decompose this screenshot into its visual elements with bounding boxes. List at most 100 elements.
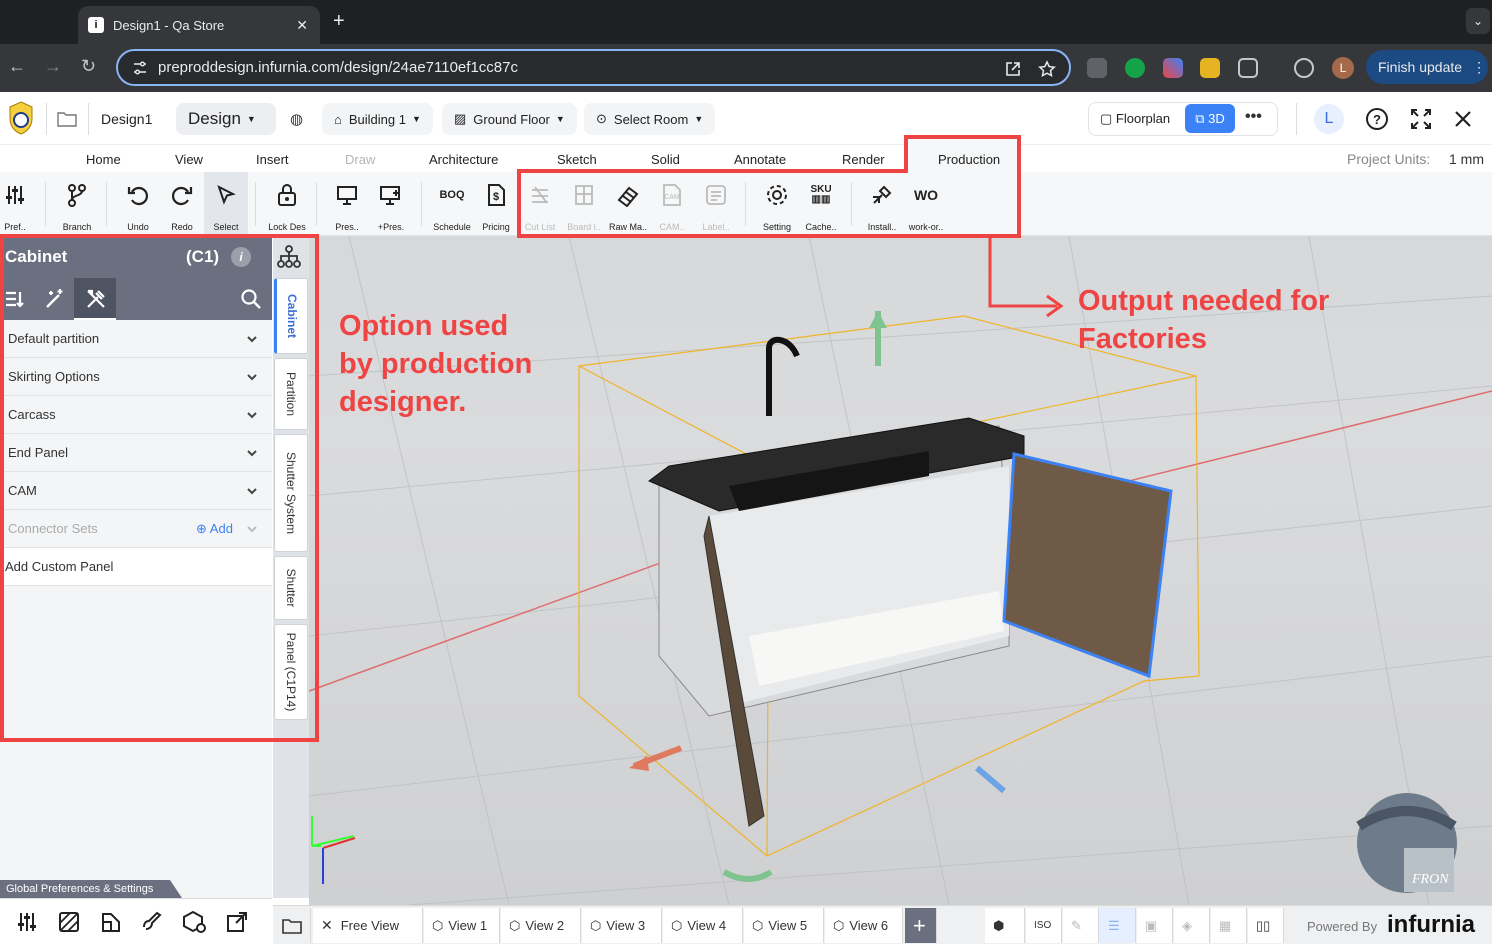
tab-render[interactable]: Render [842,152,885,167]
cube-icon: ⬡ [432,917,444,933]
book-icon[interactable]: ▯▯ [1248,908,1284,943]
view-tab-free[interactable]: ✕ Free View [313,908,423,943]
cube-icon: ⬡ [671,917,683,933]
floor-label: Ground Floor [473,111,550,127]
iso-view-icon[interactable]: ISO [1026,908,1062,943]
help-icon[interactable]: ? [1365,107,1389,131]
folder-icon[interactable] [273,908,311,943]
schedule-tool[interactable]: BOQ Schedule [430,180,474,232]
paint-icon[interactable] [142,911,164,933]
finish-update-button[interactable]: Finish update ⋮ [1366,50,1488,84]
tab-search-icon[interactable]: ⌄ [1466,8,1490,34]
building-dropdown[interactable]: ⌂ Building 1 ▼ [322,103,433,135]
tool-label: Pres.. [335,222,359,232]
extensions-puzzle-icon[interactable] [1238,58,1258,78]
view-label: View 6 [849,918,889,933]
building-label: Building 1 [348,111,406,127]
branch-tool[interactable]: Branch [55,180,99,232]
extension-icon[interactable] [1200,58,1220,78]
cube-icon: ⬡ [590,917,602,933]
back-icon[interactable]: ← [8,56,26,77]
room-dropdown[interactable]: ⊙ Select Room ▼ [584,103,716,135]
browser-tab[interactable]: i Design1 - Qa Store ✕ [78,6,320,44]
select-tool[interactable]: Select [204,180,248,232]
global-preferences-tab[interactable]: Global Preferences & Settings [0,880,182,898]
box-icon[interactable]: ◈ [1174,908,1210,943]
site-info-icon[interactable] [132,60,148,76]
mode-dropdown[interactable]: Design ▼ [176,103,276,135]
tab-annotate[interactable]: Annotate [734,152,786,167]
brush-icon[interactable]: ✎ [1063,908,1099,943]
forward-icon[interactable]: → [44,56,62,77]
add-presentation-tool[interactable]: +Pres. [369,180,413,232]
tab-architecture[interactable]: Architecture [429,152,498,167]
3d-label: 3D [1208,111,1225,126]
annotation-box-top [517,169,908,173]
material-icon[interactable] [100,911,122,933]
3d-view-button[interactable]: ⧉ 3D [1185,104,1235,133]
undo-tool[interactable]: Undo [116,180,160,232]
branch-icon [68,184,86,207]
project-units-value[interactable]: 1 mm [1449,151,1484,167]
sliders-icon[interactable] [16,911,38,933]
tab-sketch[interactable]: Sketch [557,152,597,167]
tab-close-icon[interactable]: ✕ [296,17,308,34]
view-tab-4[interactable]: ⬡ View 4 [663,908,743,943]
presentation-tool[interactable]: Pres.. [325,180,369,232]
compass-label: FRON [1411,872,1449,887]
globe-icon[interactable]: ◍ [290,110,303,128]
design-name[interactable]: Design1 [101,111,152,127]
reload-icon[interactable]: ↻ [81,56,96,77]
cube-settings-icon[interactable] [182,910,208,934]
kebab-menu-icon[interactable]: ⋮ [1472,59,1486,76]
cube-settings-icon[interactable]: ⬢ [985,908,1025,943]
folder-icon[interactable] [56,110,78,128]
annotation-box-side [1017,135,1021,173]
new-tab-icon[interactable]: + [333,10,345,33]
camera-extension-icon[interactable] [1087,58,1107,78]
export-icon[interactable] [226,911,248,933]
floorplan-button[interactable]: ▢ Floorplan [1100,111,1170,127]
annotation-arrow [988,236,1064,318]
tab-solid[interactable]: Solid [651,152,680,167]
view-tab-3[interactable]: ⬡ View 3 [582,908,662,943]
undo-icon [127,186,149,206]
tab-view[interactable]: View [175,152,203,167]
layout-icon[interactable]: ▣ [1137,908,1173,943]
tab-insert[interactable]: Insert [256,152,289,167]
tool-label: Pricing [482,222,510,232]
divider [45,182,46,226]
bookmark-star-icon[interactable] [1038,60,1056,78]
tool-label: +Pres. [377,222,405,232]
extension-icon[interactable] [1163,58,1183,78]
floor-dropdown[interactable]: ▨ Ground Floor ▼ [442,103,577,135]
caret-down-icon: ▼ [555,114,565,124]
close-icon[interactable] [1453,109,1473,129]
grid-icon[interactable]: ▦ [1211,908,1247,943]
tab-draw[interactable]: Draw [345,152,375,167]
caret-down-icon: ▼ [411,114,421,124]
texture-icon[interactable] [58,911,80,933]
tab-production[interactable]: Production [938,152,1000,167]
tab-home[interactable]: Home [86,152,121,167]
pricing-tool[interactable]: $ Pricing [474,180,518,232]
lock-design-tool[interactable]: Lock Des [265,180,309,232]
more-options-icon[interactable]: ••• [1245,108,1262,126]
open-external-icon[interactable] [1004,60,1022,78]
preferences-tool[interactable]: Pref.. [0,180,35,232]
view-tab-2[interactable]: ⬡ View 2 [501,908,581,943]
grammarly-extension-icon[interactable] [1125,58,1145,78]
redo-tool[interactable]: Redo [160,180,204,232]
fullscreen-icon[interactable] [1410,108,1432,130]
list-icon[interactable]: ☰ [1100,908,1136,943]
view-tab-6[interactable]: ⬡ View 6 [825,908,903,943]
profile-avatar[interactable]: L [1332,57,1354,79]
view-tab-5[interactable]: ⬡ View 5 [744,908,824,943]
view-tab-1[interactable]: ⬡ View 1 [424,908,500,943]
home-icon: ⌂ [334,111,342,127]
performance-icon[interactable] [1294,58,1314,78]
address-bar[interactable]: preproddesign.infurnia.com/design/24ae71… [116,49,1071,86]
add-view-button[interactable]: + [905,908,937,943]
add-presentation-icon [380,186,400,205]
user-avatar[interactable]: L [1314,104,1344,134]
